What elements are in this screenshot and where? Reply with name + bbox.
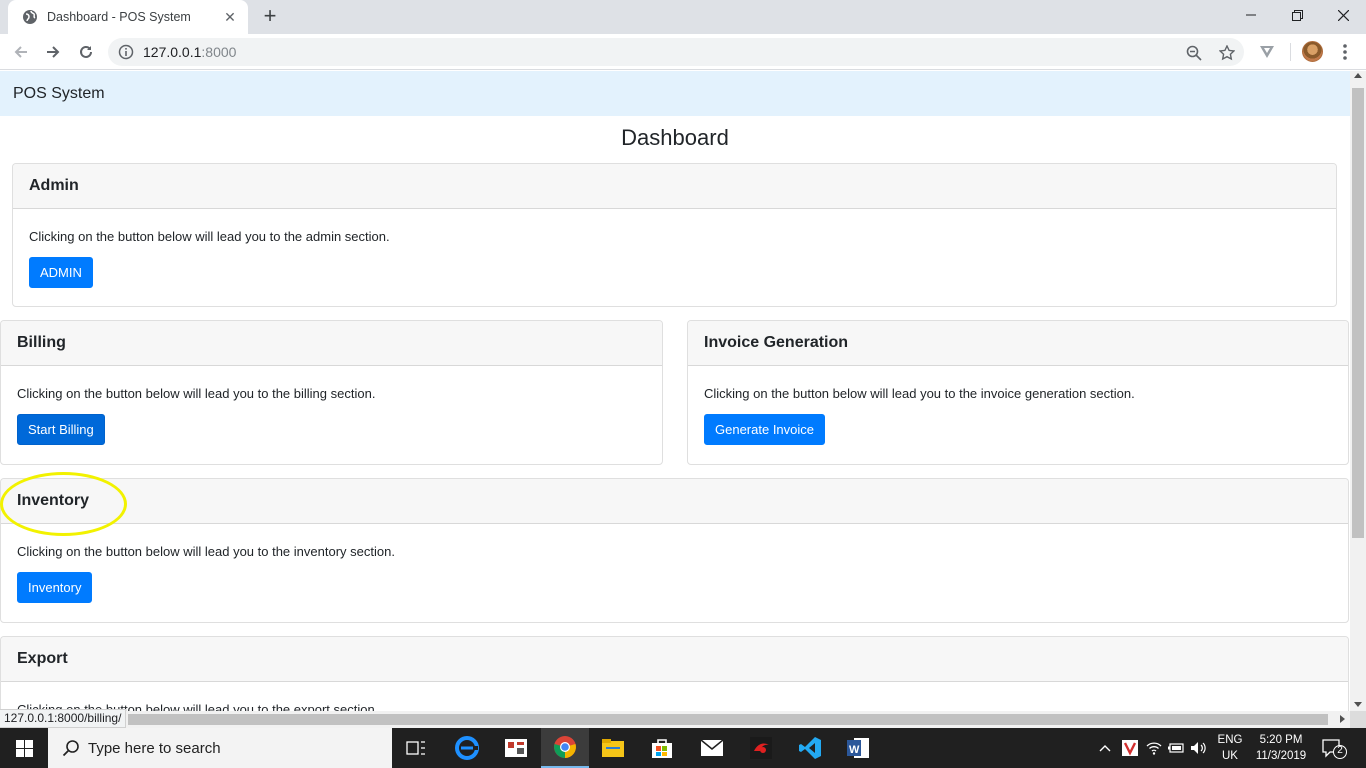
extension-icon[interactable]: [1256, 41, 1278, 63]
profile-avatar[interactable]: [1302, 41, 1323, 62]
start-billing-button[interactable]: Start Billing: [17, 414, 105, 445]
word-icon[interactable]: W: [834, 728, 882, 768]
billing-card: Billing Clicking on the button below wil…: [0, 320, 663, 465]
tab-title: Dashboard - POS System: [47, 10, 191, 24]
forward-arrow-icon: [47, 46, 60, 58]
admin-button[interactable]: ADMIN: [29, 257, 93, 288]
admin-card-text: Clicking on the button below will lead y…: [29, 229, 390, 244]
scroll-right-icon[interactable]: [1340, 715, 1345, 723]
generate-invoice-button[interactable]: Generate Invoice: [704, 414, 826, 445]
browser-tab[interactable]: Dashboard - POS System ✕: [8, 0, 248, 34]
svg-text:W: W: [849, 744, 860, 756]
toolbar-divider: [1290, 43, 1291, 61]
navbar-brand[interactable]: POS System: [13, 85, 105, 103]
url-text: 127.0.0.1:8000: [143, 44, 236, 60]
navbar: POS System: [0, 71, 1350, 116]
back-button[interactable]: [9, 40, 33, 64]
vertical-scrollbar[interactable]: [1350, 71, 1366, 711]
reload-button[interactable]: [74, 40, 98, 64]
export-card-body: Clicking on the button below will lead y…: [1, 682, 1348, 711]
volume-icon[interactable]: [1189, 728, 1209, 768]
address-bar[interactable]: 127.0.0.1:8000: [108, 38, 1244, 66]
globe-icon: [23, 10, 37, 24]
export-card-header: Export: [1, 637, 1348, 682]
inventory-card: Inventory Clicking on the button below w…: [0, 478, 1349, 623]
action-center-button[interactable]: 2: [1318, 736, 1348, 760]
language-code: ENG: [1217, 734, 1243, 746]
back-arrow-icon: [14, 46, 27, 58]
search-icon: [62, 740, 79, 757]
task-view-icon[interactable]: [392, 728, 440, 768]
file-explorer-icon[interactable]: [589, 728, 637, 768]
clock-date: 11/3/2019: [1255, 750, 1307, 762]
billing-card-header: Billing: [1, 321, 662, 366]
close-window-button[interactable]: [1320, 0, 1366, 30]
inventory-card-header: Inventory: [1, 479, 1348, 524]
start-button[interactable]: [0, 728, 48, 768]
show-hidden-icons[interactable]: [1096, 728, 1114, 768]
edge-icon[interactable]: [443, 728, 491, 768]
minimize-button[interactable]: [1228, 0, 1274, 30]
mail-icon[interactable]: [688, 728, 736, 768]
inventory-button[interactable]: Inventory: [17, 572, 93, 603]
admin-card-header: Admin: [13, 164, 1336, 209]
new-tab-button[interactable]: +: [259, 5, 281, 28]
game-icon[interactable]: [737, 728, 785, 768]
horizontal-scroll-thumb[interactable]: [128, 714, 1328, 725]
inventory-card-body: Clicking on the button below will lead y…: [1, 524, 1348, 623]
tab-close-icon[interactable]: ✕: [222, 9, 238, 25]
status-bar-url: 127.0.0.1:8000/billing/: [0, 709, 127, 728]
minimize-icon: [1246, 14, 1256, 16]
billing-card-text: Clicking on the button below will lead y…: [17, 386, 376, 401]
notification-count: 2: [1337, 745, 1343, 756]
browser-tabstrip: Dashboard - POS System ✕ +: [0, 0, 1366, 34]
clock[interactable]: 5:20 PM 11/3/2019: [1252, 732, 1310, 764]
admin-card-body: Clicking on the button below will lead y…: [13, 209, 1336, 308]
language-indicator[interactable]: ENG UK: [1212, 732, 1248, 764]
page-title: Dashboard: [621, 125, 729, 150]
reload-icon: [80, 45, 92, 58]
clock-time: 5:20 PM: [1259, 734, 1303, 746]
inventory-card-text: Clicking on the button below will lead y…: [17, 544, 395, 559]
taskbar-search[interactable]: Type here to search: [48, 728, 392, 768]
invoice-card: Invoice Generation Clicking on the butto…: [687, 320, 1349, 465]
info-icon[interactable]: [118, 44, 134, 60]
scroll-down-icon[interactable]: [1354, 702, 1362, 707]
export-card-text: Clicking on the button below will lead y…: [17, 702, 379, 711]
vscode-icon[interactable]: [786, 728, 834, 768]
keyboard-layout: UK: [1222, 750, 1238, 762]
url-port: :8000: [201, 44, 237, 60]
antivirus-tray-icon[interactable]: [1119, 728, 1141, 768]
chrome-icon[interactable]: [541, 728, 589, 768]
url-host: 127.0.0.1: [143, 44, 202, 60]
bookmark-star-icon[interactable]: [1218, 44, 1236, 62]
horizontal-scrollbar[interactable]: [0, 711, 1350, 728]
admin-card: Admin Clicking on the button below will …: [12, 163, 1337, 307]
browser-toolbar: 127.0.0.1:8000: [0, 34, 1366, 70]
zoom-icon[interactable]: [1185, 44, 1203, 62]
scroll-up-icon[interactable]: [1354, 73, 1362, 78]
windows-taskbar: Type here to search W ENG UK 5:20 PM 11/…: [0, 728, 1366, 768]
vertical-scroll-thumb[interactable]: [1352, 88, 1364, 538]
app-icon[interactable]: [492, 728, 540, 768]
windows-logo-icon: [15, 739, 33, 757]
search-placeholder: Type here to search: [88, 739, 221, 757]
page-viewport: POS System Dashboard Admin Clicking on t…: [0, 71, 1350, 711]
battery-icon[interactable]: [1166, 728, 1186, 768]
restore-icon: [1291, 9, 1303, 21]
billing-card-body: Clicking on the button below will lead y…: [1, 366, 662, 465]
forward-button[interactable]: [41, 40, 65, 64]
invoice-card-header: Invoice Generation: [688, 321, 1348, 366]
wifi-icon[interactable]: [1144, 728, 1164, 768]
scrollbar-corner: [1350, 711, 1366, 728]
export-card: Export Clicking on the button below will…: [0, 636, 1349, 711]
invoice-card-body: Clicking on the button below will lead y…: [688, 366, 1348, 465]
menu-icon[interactable]: [1334, 41, 1356, 63]
restore-button[interactable]: [1274, 0, 1320, 30]
store-icon[interactable]: [638, 728, 686, 768]
invoice-card-text: Clicking on the button below will lead y…: [704, 386, 1135, 401]
close-icon: [1337, 9, 1349, 21]
